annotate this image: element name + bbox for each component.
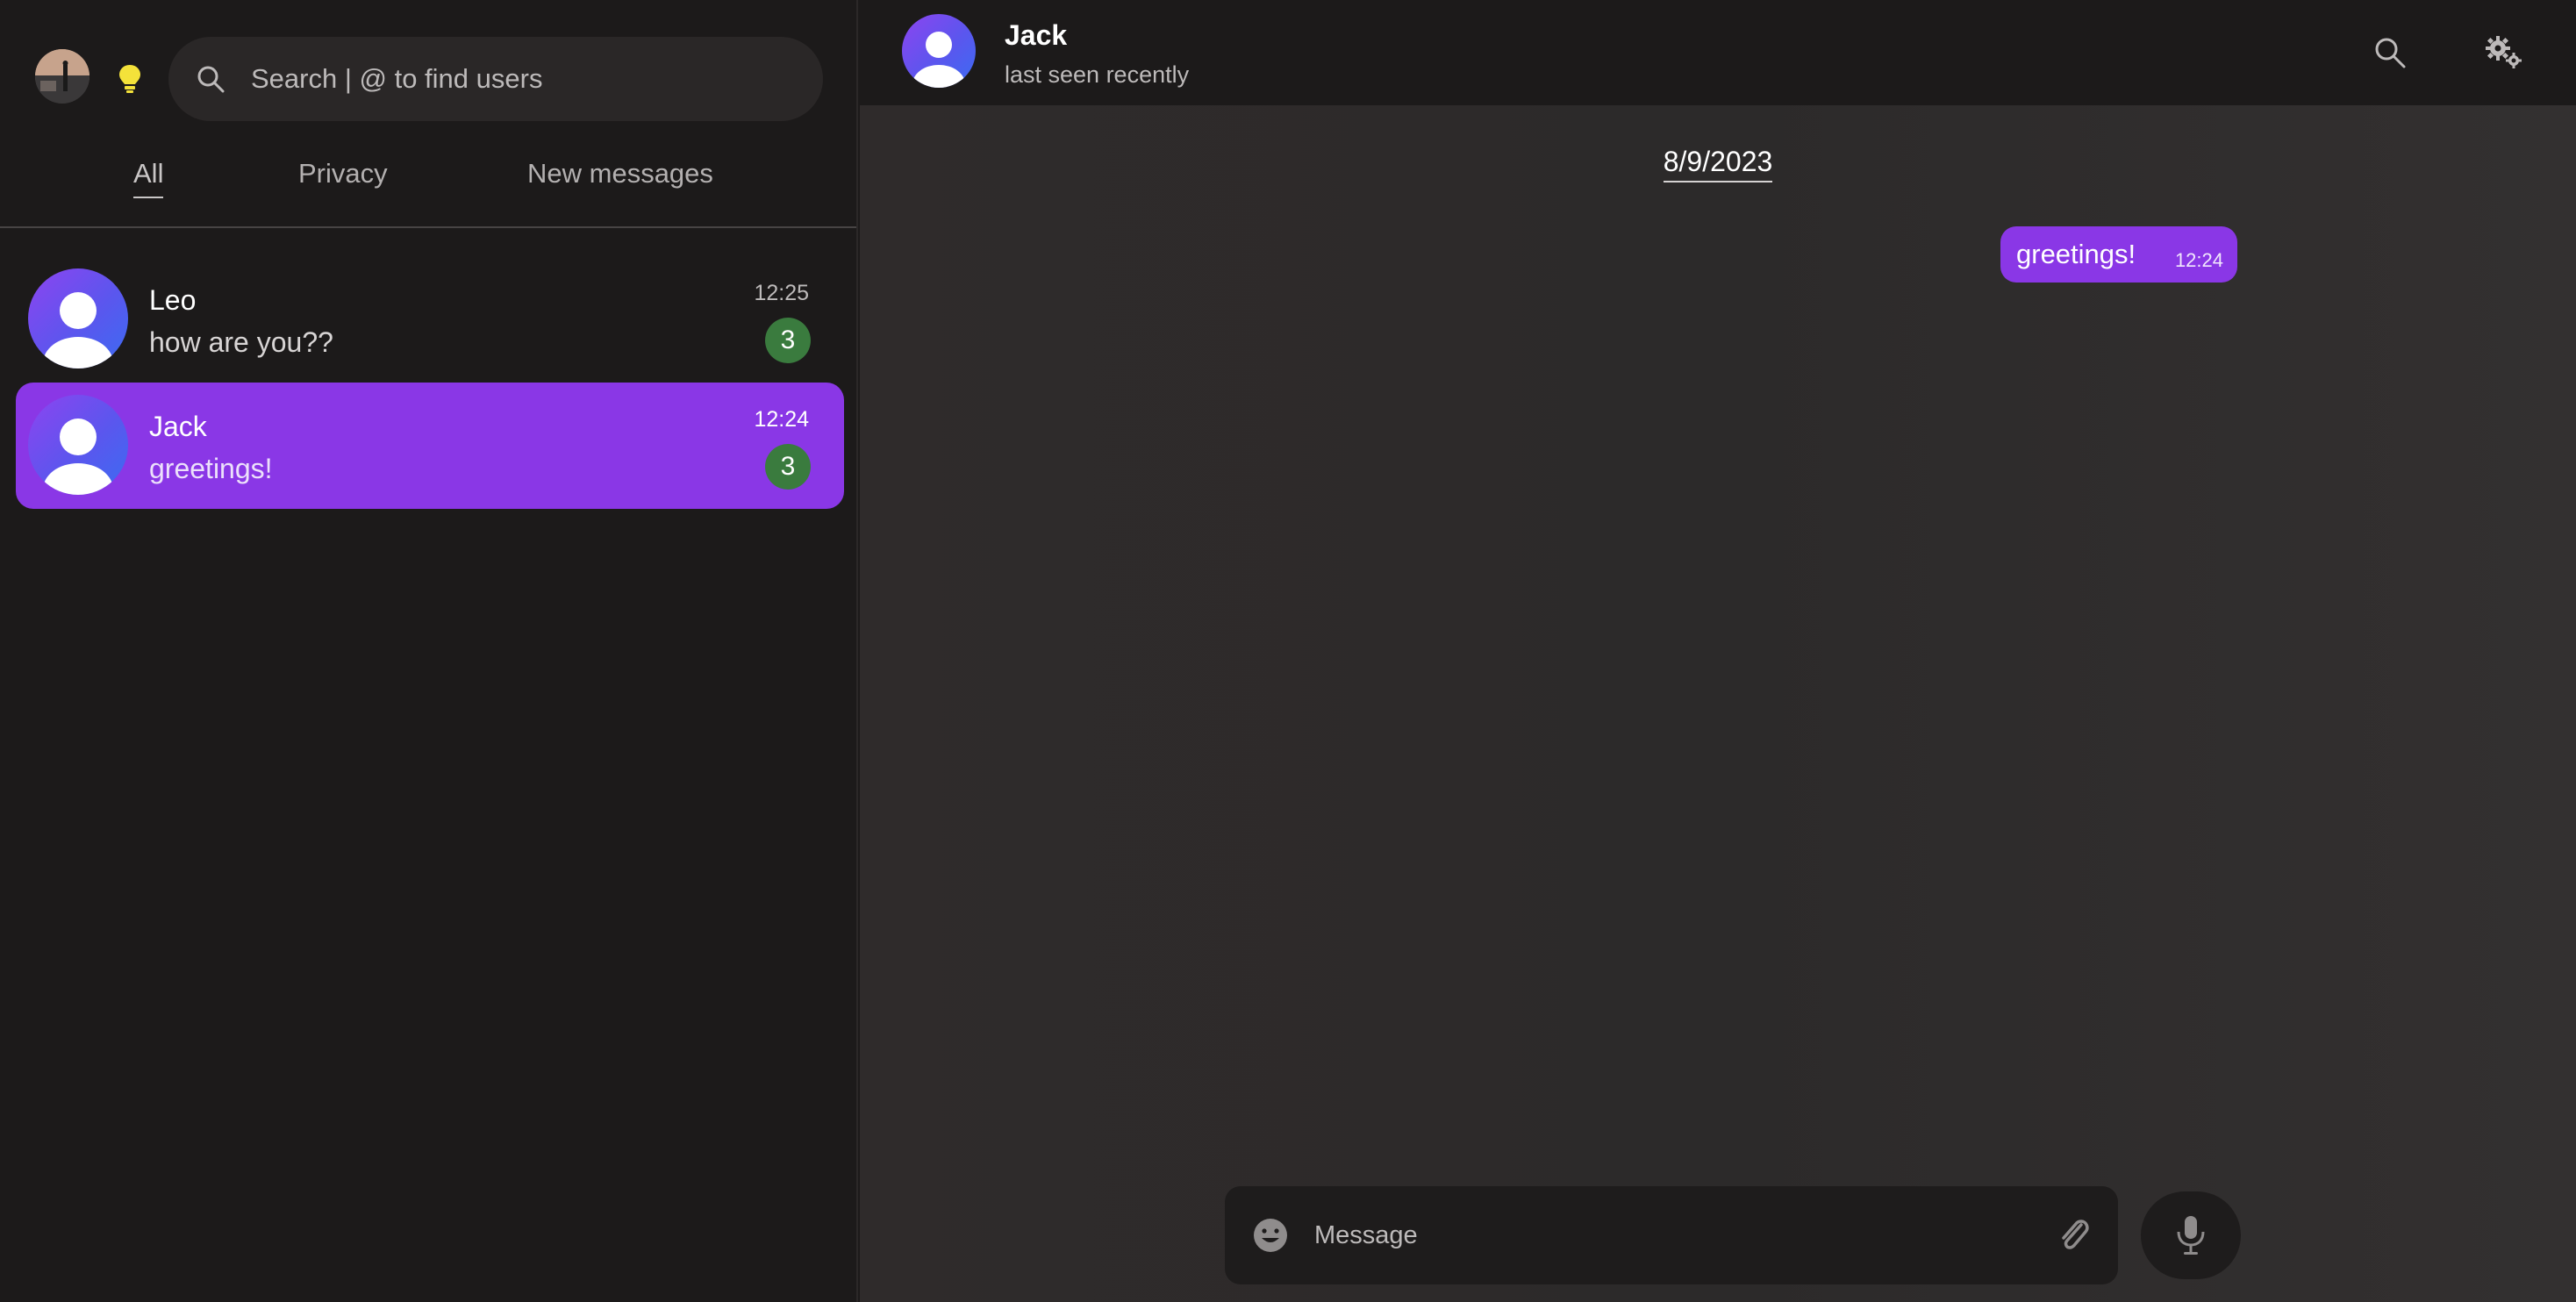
chat-name: Jack — [149, 411, 207, 442]
search-icon[interactable] — [2372, 35, 2408, 70]
date-separator: 8/9/2023 — [860, 146, 2576, 182]
avatar — [28, 395, 128, 495]
tab-privacy[interactable]: Privacy — [298, 158, 388, 190]
search-box[interactable] — [168, 37, 823, 121]
message-time: 12:24 — [2174, 249, 2223, 271]
unread-badge: 3 — [765, 444, 811, 490]
chat-header: Jack last seen recently — [860, 0, 2576, 105]
avatar — [28, 268, 128, 368]
chat-filter-tabs: All Privacy New messages — [0, 158, 856, 214]
chat-time: 12:24 — [754, 407, 809, 432]
chat-list-item-leo[interactable]: Leo how are you?? 12:25 3 — [16, 256, 844, 383]
paperclip-icon[interactable] — [2055, 1214, 2093, 1256]
chat-list-item-jack[interactable]: Jack greetings! 12:24 3 — [16, 383, 844, 509]
chat-preview: greetings! — [149, 453, 273, 484]
message-composer — [1225, 1186, 2118, 1284]
search-icon — [195, 63, 226, 95]
tab-all[interactable]: All — [133, 158, 164, 198]
gears-icon[interactable] — [2483, 33, 2525, 72]
chat-preview: how are you?? — [149, 326, 333, 358]
message-text: greetings! — [2016, 239, 2136, 269]
tab-new-messages[interactable]: New messages — [527, 158, 713, 190]
contact-status: last seen recently — [1005, 61, 1190, 88]
unread-badge: 3 — [765, 318, 811, 363]
message-input[interactable] — [1314, 1186, 2034, 1284]
chat-name: Leo — [149, 284, 197, 316]
search-input[interactable] — [251, 37, 795, 121]
microphone-icon — [2174, 1214, 2207, 1256]
avatar[interactable] — [902, 14, 976, 88]
emoji-icon[interactable] — [1251, 1216, 1290, 1255]
contact-name[interactable]: Jack — [1005, 19, 1067, 52]
lightbulb-icon[interactable] — [114, 61, 146, 97]
chat-time: 12:25 — [754, 281, 809, 305]
voice-message-button[interactable] — [2141, 1191, 2241, 1279]
sidebar-header: All Privacy New messages — [0, 0, 856, 228]
outgoing-message-bubble[interactable]: greetings! 12:24 — [2000, 226, 2237, 283]
date-label: 8/9/2023 — [1663, 146, 1773, 182]
sidebar: All Privacy New messages Leo how are you… — [0, 0, 858, 1302]
profile-avatar[interactable] — [35, 49, 89, 104]
chat-panel: Jack last seen recently 8/9/2023 greetin… — [860, 0, 2576, 1302]
